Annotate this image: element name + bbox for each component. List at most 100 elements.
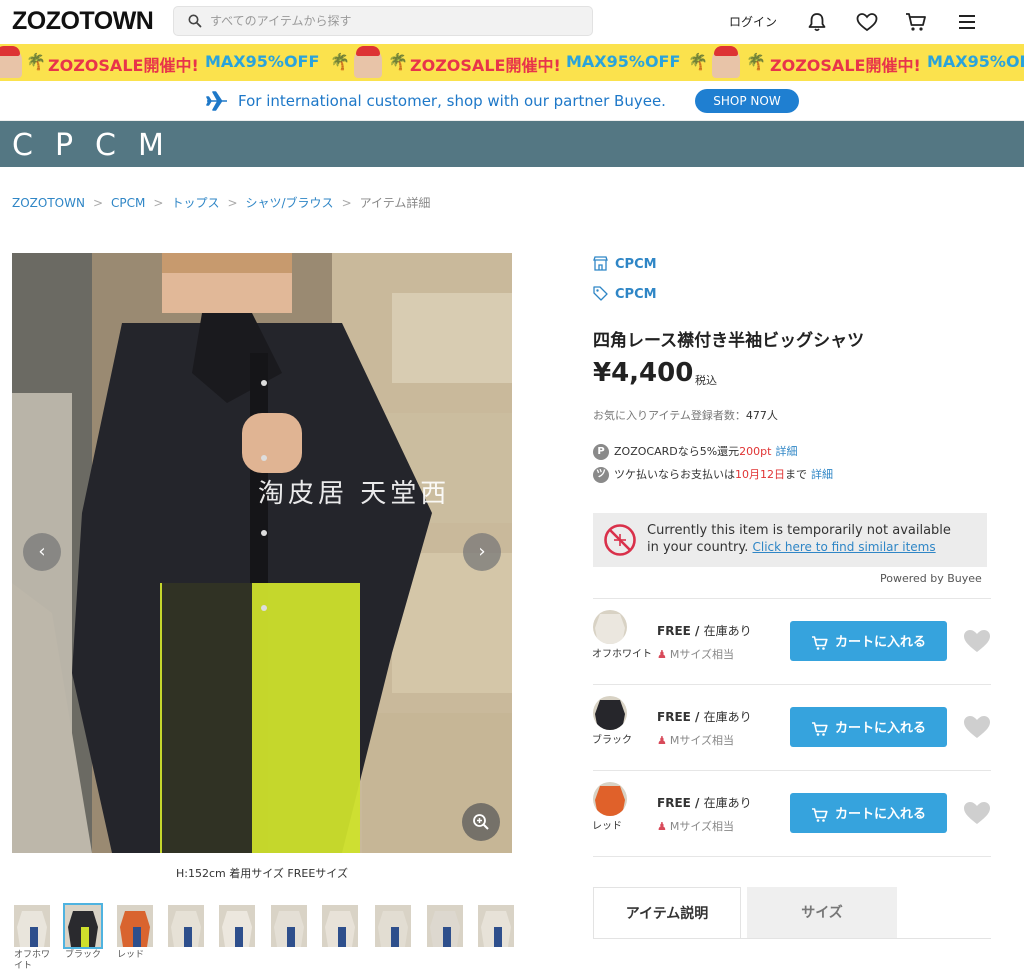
thumbnail-image (427, 905, 463, 947)
prev-image-button[interactable]: ‹ (23, 533, 61, 571)
add-to-cart-button[interactable]: カートに入れる (790, 793, 947, 833)
thumbnail-image (65, 905, 101, 947)
similar-items-link[interactable]: Click here to find similar items (752, 540, 935, 554)
favorite-heart-icon[interactable] (962, 800, 992, 826)
breadcrumb-tops[interactable]: トップス (171, 196, 219, 210)
swatch-image (593, 610, 627, 644)
favorite-heart-icon[interactable] (855, 11, 879, 33)
palm-icon: 🌴 (688, 52, 708, 71)
cart-icon (811, 721, 828, 736)
shop-link[interactable]: CPCM (615, 257, 657, 272)
site-logo[interactable]: ZOZOTOWN (12, 7, 154, 36)
size-hint-text: Mサイズ相当 (669, 734, 735, 747)
tsuke-promo: ツツケ払いならお支払いは10月12日まで 詳細 (593, 466, 833, 483)
notice-text: Currently this item is temporarily not a… (647, 523, 951, 556)
thumbnail-5[interactable] (219, 905, 255, 947)
search-box[interactable] (173, 6, 593, 36)
size-stock: FREE / 在庫あり (657, 710, 752, 724)
thumbnail-6[interactable] (271, 905, 307, 947)
color-swatch[interactable] (593, 696, 627, 730)
notice-line-2: in your country. (647, 540, 749, 555)
thumbnail-8[interactable] (375, 905, 411, 947)
thumbnail-2[interactable] (63, 903, 103, 949)
breadcrumb-shirts[interactable]: シャツ/ブラウス (246, 196, 334, 210)
thumbnail-4[interactable] (168, 905, 204, 947)
sale-text: ZOZOSALE開催中! (770, 56, 921, 75)
favorites-label: お気に入りアイテム登録者数： (593, 409, 746, 422)
add-to-cart-label: カートに入れる (834, 721, 926, 737)
thumbnail-9[interactable] (427, 905, 463, 947)
thumbnail-image (375, 905, 411, 947)
brand-logo[interactable]: CPCM (12, 128, 186, 163)
shop-icon (593, 256, 608, 271)
thumbnail-image (271, 905, 307, 947)
color-swatch[interactable] (593, 610, 627, 644)
thumbnail-10[interactable] (478, 905, 514, 947)
breadcrumb-current: アイテム詳細 (359, 196, 431, 210)
site-header: ZOZOTOWN ログイン (0, 0, 1024, 44)
notice-line-1: Currently this item is temporarily not a… (647, 523, 951, 538)
zoom-icon (473, 814, 489, 830)
person-icon: ♟ (657, 734, 667, 747)
bell-icon[interactable] (806, 11, 828, 33)
zozocard-points: 200pt (739, 445, 772, 458)
tsuke-date: 10月12日 (735, 468, 785, 481)
divider (593, 770, 991, 771)
divider (593, 856, 991, 857)
tsuke-text: ツケ払いならお支払いは (614, 468, 735, 481)
thumbnail-7[interactable] (322, 905, 358, 947)
zozocard-text: ZOZOCARDなら5%還元 (614, 445, 740, 458)
favorite-heart-icon[interactable] (962, 628, 992, 654)
powered-by-buyee: Powered by Buyee (880, 572, 982, 585)
tsuke-detail-link[interactable]: 詳細 (811, 468, 833, 481)
color-name: ブラック (592, 735, 632, 746)
product-main-image[interactable]: 淘皮居 天堂西 (12, 253, 512, 853)
no-entry-icon (604, 524, 636, 556)
next-image-button[interactable]: › (463, 533, 501, 571)
zozocard-detail-link[interactable]: 詳細 (775, 445, 797, 458)
favorites-number: 477人 (745, 409, 778, 422)
breadcrumb: ZOZOTOWN > CPCM > トップス > シャツ/ブラウス > アイテム詳細 (12, 194, 430, 211)
palm-icon: 🌴 (330, 52, 350, 71)
person-icon: ♟ (657, 820, 667, 833)
tab-size[interactable]: サイズ (747, 887, 897, 939)
thumbnail-3[interactable] (117, 905, 153, 947)
color-name: オフホワイト (592, 649, 652, 660)
sale-text: ZOZOSALE開催中! (410, 56, 561, 75)
thumbnail-label: レッド (117, 950, 145, 960)
menu-icon[interactable] (956, 11, 978, 33)
tab-item-description[interactable]: アイテム説明 (593, 887, 741, 939)
stock-label: 在庫あり (703, 624, 752, 638)
thumbnail-image (168, 905, 204, 947)
product-title: 四角レース襟付き半袖ビッグシャツ (593, 331, 865, 351)
login-link[interactable]: ログイン (729, 13, 777, 30)
sale-person-image (0, 46, 22, 78)
breadcrumb-brand[interactable]: CPCM (111, 196, 145, 210)
breadcrumb-zozotown[interactable]: ZOZOTOWN (12, 196, 85, 210)
tsuke-suffix: まで (785, 468, 807, 481)
shop-now-button[interactable]: SHOP NOW (695, 89, 799, 113)
chevron-right-icon: > (153, 196, 164, 210)
add-to-cart-button[interactable]: カートに入れる (790, 621, 947, 661)
tsuke-icon: ツ (593, 467, 609, 483)
size-hint-text: Mサイズ相当 (669, 820, 735, 833)
zoom-button[interactable] (462, 803, 500, 841)
brand-link[interactable]: CPCM (615, 287, 657, 302)
palm-icon: 🌴 (388, 52, 408, 71)
search-icon (188, 14, 202, 28)
size-hint: ♟ Mサイズ相当 (657, 732, 734, 748)
size-stock: FREE / 在庫あり (657, 796, 752, 810)
swatch-image (593, 782, 627, 816)
add-to-cart-button[interactable]: カートに入れる (790, 707, 947, 747)
cart-icon (811, 807, 828, 822)
thumbnail-1[interactable] (14, 905, 50, 947)
favorite-heart-icon[interactable] (962, 714, 992, 740)
color-swatch[interactable] (593, 782, 627, 816)
search-input[interactable] (210, 12, 580, 30)
cart-icon[interactable] (904, 11, 928, 33)
sale-banner[interactable]: 🌴 ZOZOSALE開催中! MAX95%OFF 🌴 🌴 ZOZOSALE開催中… (0, 44, 1024, 81)
person-icon: ♟ (657, 648, 667, 661)
size-hint-text: Mサイズ相当 (669, 648, 735, 661)
brand-bar: CPCM (0, 121, 1024, 167)
sale-max: MAX95%OFF (205, 52, 320, 71)
